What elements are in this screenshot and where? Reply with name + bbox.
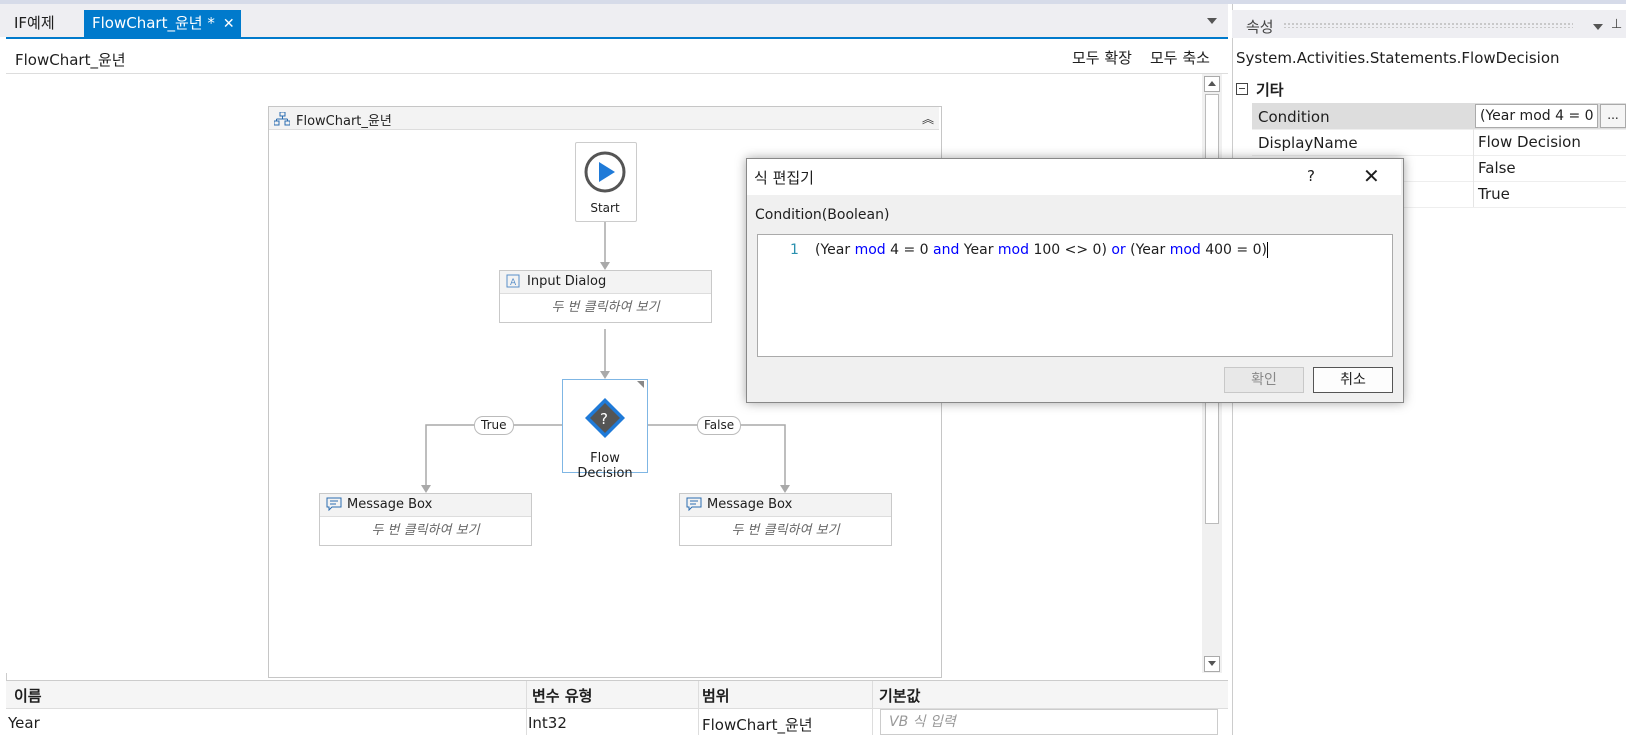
activity-title: Message Box — [707, 497, 793, 512]
property-value[interactable]: Flow Decision — [1478, 133, 1581, 151]
property-name: DisplayName — [1258, 134, 1358, 152]
panel-menu-dropdown-icon[interactable] — [1593, 24, 1603, 30]
expression-type-label: Condition(Boolean) — [755, 207, 890, 223]
selected-object-type: System.Activities.Statements.FlowDecisio… — [1236, 49, 1560, 67]
code-text: (Year — [1125, 242, 1170, 258]
ok-button[interactable]: 확인 — [1224, 367, 1304, 393]
condition-value-field[interactable]: (Year mod 4 = 0 — [1475, 104, 1598, 128]
default-value-input[interactable]: VB 식 입력 — [880, 709, 1218, 735]
property-value[interactable]: False — [1478, 159, 1516, 177]
start-label: Start — [590, 201, 620, 215]
cancel-button[interactable]: 취소 — [1313, 367, 1393, 393]
property-value[interactable]: True — [1478, 185, 1510, 203]
input-dialog-icon: A — [506, 274, 520, 288]
code-keyword: mod — [854, 242, 886, 258]
svg-text:?: ? — [600, 410, 608, 428]
dialog-title: 식 편집기 — [754, 169, 814, 187]
code-keyword: or — [1111, 242, 1126, 258]
column-divider — [872, 681, 873, 735]
properties-title: 속성 — [1246, 18, 1274, 36]
code-text: 100 <> 0) — [1029, 242, 1112, 258]
line-number: 1 — [790, 242, 799, 258]
activity-title: Input Dialog — [527, 274, 607, 289]
activity-header: Message Box — [680, 494, 891, 517]
variable-scope-cell[interactable]: FlowChart_윤년 — [702, 714, 813, 735]
open-expression-editor-button[interactable]: ... — [1600, 104, 1626, 128]
activity-title: Message Box — [347, 497, 433, 512]
message-box-icon — [326, 497, 342, 511]
dialog-titlebar[interactable] — [747, 159, 1401, 195]
panel-drag-grip[interactable] — [1283, 22, 1573, 28]
text-caret — [1266, 242, 1268, 258]
code-keyword: mod — [997, 242, 1029, 258]
help-icon[interactable]: ? — [1307, 167, 1315, 185]
activity-header: Message Box — [320, 494, 531, 517]
property-category[interactable]: 기타 — [1236, 79, 1284, 100]
activity-hint: 두 번 클릭하여 보기 — [551, 300, 660, 315]
close-icon[interactable]: ✕ — [1363, 164, 1380, 188]
category-label: 기타 — [1256, 81, 1284, 99]
expression-code[interactable]: (Year mod 4 = 0 and Year mod 100 <> 0) o… — [815, 242, 1268, 258]
code-keyword: and — [933, 242, 960, 258]
variables-header-row — [6, 681, 1228, 709]
code-text: 4 = 0 — [885, 242, 934, 258]
activity-hint: 두 번 클릭하여 보기 — [371, 523, 480, 538]
input-dialog-activity[interactable]: A Input Dialog 두 번 클릭하여 보기 — [499, 270, 712, 323]
variable-name-cell[interactable]: Year — [8, 714, 40, 732]
column-divider — [526, 681, 527, 735]
decision-corner-mark — [637, 381, 644, 388]
false-branch-label: False — [697, 416, 742, 435]
code-text: Year — [959, 242, 998, 258]
column-header-name[interactable]: 이름 — [14, 685, 42, 706]
pin-icon[interactable]: ⊥ — [1611, 17, 1622, 32]
variable-type-cell[interactable]: Int32 — [528, 714, 567, 732]
code-text: (Year — [815, 242, 855, 258]
property-name: Condition — [1258, 108, 1330, 126]
message-box-icon — [686, 497, 702, 511]
true-branch-label: True — [474, 416, 514, 435]
column-header-type[interactable]: 변수 유형 — [532, 685, 592, 706]
column-divider — [698, 681, 699, 735]
decision-diamond-icon: ? — [585, 398, 625, 438]
activity-hint: 두 번 클릭하여 보기 — [731, 523, 840, 538]
column-header-default[interactable]: 기본값 — [879, 685, 920, 706]
collapse-toggle-icon[interactable] — [1236, 83, 1248, 95]
property-column-divider — [1473, 129, 1474, 207]
play-icon — [584, 151, 626, 193]
column-header-scope[interactable]: 범위 — [702, 685, 730, 706]
message-box-activity-false[interactable]: Message Box 두 번 클릭하여 보기 — [679, 493, 892, 546]
activity-header: A Input Dialog — [500, 271, 711, 294]
code-keyword: mod — [1169, 242, 1201, 258]
svg-text:A: A — [510, 278, 517, 288]
decision-label: Flow Decision — [577, 451, 633, 481]
message-box-activity-true[interactable]: Message Box 두 번 클릭하여 보기 — [319, 493, 532, 546]
code-text: 400 = 0) — [1200, 242, 1267, 258]
